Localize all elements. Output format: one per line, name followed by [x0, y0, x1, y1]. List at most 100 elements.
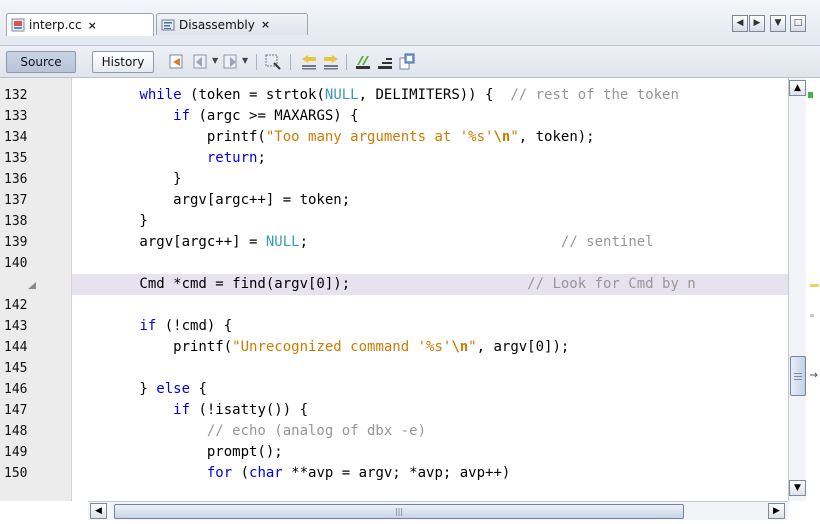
code-line[interactable]: if (!cmd) { [72, 316, 788, 337]
line-number[interactable]: 147 [4, 400, 48, 421]
code-line[interactable]: } else { [72, 379, 788, 400]
code-token: while [139, 87, 182, 103]
forward-icon[interactable] [222, 53, 240, 71]
code-token: , DELIMITERS)) { [358, 87, 511, 103]
code-token: ; [257, 150, 266, 166]
code-line-partial[interactable] [72, 484, 788, 501]
line-number[interactable]: 140 [4, 253, 48, 274]
scroll-tabs-right-button[interactable]: ▶ [749, 15, 765, 32]
scroll-right-button[interactable]: ▶ [768, 503, 785, 519]
source-view-button[interactable]: Source [6, 51, 76, 73]
tab-interp-cc[interactable]: interp.cc × [6, 13, 154, 36]
line-number[interactable]: 144 [4, 337, 48, 358]
scroll-down-button[interactable]: ▼ [789, 480, 806, 496]
line-number[interactable]: 133 [4, 106, 48, 127]
line-number[interactable]: 146 [4, 379, 48, 400]
code-line[interactable] [72, 358, 788, 379]
back-icon[interactable] [192, 53, 210, 71]
code-token: Cmd *cmd = find(argv[0]); [72, 276, 528, 292]
horizontal-scroll-thumb[interactable]: ||| [114, 504, 684, 519]
code-line[interactable]: for (char **avp = argv; *avp; avp++) [72, 463, 788, 484]
code-token: if [139, 318, 157, 334]
line-number[interactable]: 137 [4, 190, 48, 211]
find-next-icon[interactable] [322, 53, 340, 71]
code-line[interactable]: // echo (analog of dbx -e) [72, 421, 788, 442]
code-token: **avp = argv; *avp; avp++) [282, 465, 511, 481]
code-line[interactable]: argv[argc++] = token; [72, 190, 788, 211]
scroll-up-button[interactable]: ▲ [789, 80, 806, 96]
annotation-mark[interactable] [810, 314, 814, 317]
code-token: } [72, 171, 182, 187]
line-number[interactable]: 143 [4, 316, 48, 337]
line-number[interactable]: 138 [4, 211, 48, 232]
code-line[interactable]: } [72, 169, 788, 190]
code-line[interactable] [72, 295, 788, 316]
code-line[interactable]: prompt(); [72, 442, 788, 463]
tab-disassembly[interactable]: Disassembly × [156, 13, 308, 35]
line-number[interactable]: 134 [4, 127, 48, 148]
code-editor[interactable]: while (token = strtok( NULL , DELIMITERS))… [72, 78, 788, 501]
code-line[interactable]: while (token = strtok(NULL, DELIMITERS))… [72, 85, 788, 106]
code-line[interactable]: } [72, 211, 788, 232]
line-number[interactable]: 149 [4, 442, 48, 463]
vertical-scroll-thumb[interactable] [790, 356, 806, 396]
current-code-line[interactable]: Cmd *cmd = find(argv[0]); // Look for Cm… [72, 274, 788, 295]
cpp-file-icon [11, 18, 25, 32]
code-token: , argv[0]); [476, 339, 570, 355]
toggle-rectangular-selection-icon[interactable] [376, 53, 394, 71]
editor-toolbar: Source History ▼ ▼ [0, 46, 820, 78]
maximize-window-button[interactable]: □ [790, 15, 806, 32]
code-token: printf( [72, 339, 233, 355]
close-icon[interactable]: × [261, 18, 270, 31]
code-token: argv[argc++] = [72, 234, 266, 250]
code-token: NULL [265, 234, 300, 250]
tab-list-menu-button[interactable]: ▼ [770, 15, 786, 32]
vertical-scrollbar[interactable]: ▲ ▼ [788, 78, 806, 501]
viewport-arrow-icon [810, 372, 818, 378]
line-number[interactable]: 139 [4, 232, 48, 253]
code-token: else [156, 381, 191, 397]
code-line[interactable] [72, 253, 788, 274]
code-token: (token = strtok( [181, 87, 325, 103]
code-token: return [206, 150, 258, 166]
line-number[interactable]: 135 [4, 148, 48, 169]
scroll-left-button[interactable]: ◀ [90, 503, 107, 519]
code-token: if [173, 108, 191, 124]
current-line-arrow-icon [28, 282, 36, 289]
history-view-button[interactable]: History [92, 51, 154, 73]
line-number[interactable]: 150 [4, 463, 48, 484]
toggle-bookmark-icon[interactable] [398, 53, 416, 71]
back-dropdown-icon[interactable]: ▼ [212, 56, 218, 65]
code-token: , token); [518, 129, 595, 145]
error-stripe[interactable] [806, 78, 820, 501]
code-line[interactable]: printf("Unrecognized command '%s'\n", ar… [72, 337, 788, 358]
find-previous-icon[interactable] [300, 53, 318, 71]
code-line[interactable]: return; [72, 148, 788, 169]
line-number[interactable]: 148 [4, 421, 48, 442]
code-token: (argc >= MAXARGS) { [190, 108, 359, 124]
current-line-mark[interactable] [810, 284, 819, 287]
last-edit-icon[interactable] [168, 53, 186, 71]
line-number[interactable]: 142 [4, 295, 48, 316]
line-number[interactable]: 145 [4, 358, 48, 379]
close-icon[interactable]: × [88, 19, 97, 32]
find-selection-icon[interactable] [264, 53, 282, 71]
horizontal-scrollbar[interactable]: ◀ ||| ▶ [88, 501, 788, 520]
code-line[interactable]: if (!isatty()) { [72, 400, 788, 421]
code-token: \n [451, 339, 469, 355]
code-token: // Look for Cmd by n [527, 276, 696, 292]
line-number[interactable]: 136 [4, 169, 48, 190]
code-token: ; [299, 234, 561, 250]
current-line-marker[interactable] [4, 274, 48, 295]
toggle-highlight-search-icon[interactable] [354, 53, 372, 71]
code-line[interactable]: printf("Too many arguments at '%s'\n", t… [72, 127, 788, 148]
line-number-gutter[interactable]: 132 133 134 135 136 137 138 139 140 142 143 144 145 1… [0, 78, 72, 501]
forward-dropdown-icon[interactable]: ▼ [242, 56, 248, 65]
code-token: (!isatty()) { [190, 402, 309, 418]
scroll-tabs-left-button[interactable]: ◀ [732, 15, 748, 32]
code-line[interactable]: argv[argc++] = NULL; // sentinel [72, 232, 788, 253]
line-number[interactable]: 132 [4, 85, 48, 106]
code-line[interactable]: if (argc >= MAXARGS) { [72, 106, 788, 127]
